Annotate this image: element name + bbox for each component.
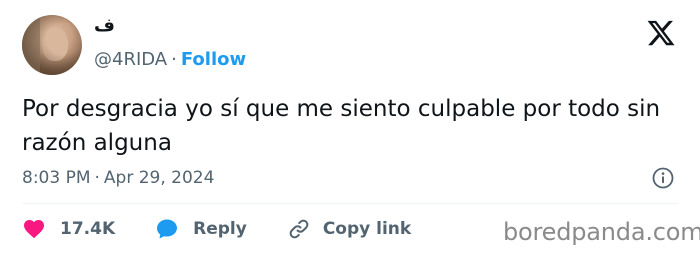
x-logo-icon[interactable] bbox=[645, 18, 677, 48]
avatar-shading bbox=[22, 15, 82, 75]
action-bar: 17.4K Reply Copy link bbox=[22, 214, 411, 244]
heart-icon bbox=[24, 220, 44, 239]
reply-button[interactable]: Reply bbox=[155, 217, 247, 241]
tweet-timestamp[interactable]: 8:03 PM · Apr 29, 2024 bbox=[22, 166, 214, 190]
handle[interactable]: @4RIDA bbox=[94, 49, 167, 70]
reply-label: Reply bbox=[193, 219, 247, 239]
link-icon bbox=[289, 219, 309, 239]
like-button[interactable]: 17.4K bbox=[22, 217, 115, 241]
info-icon[interactable] bbox=[651, 166, 675, 190]
handle-separator: · bbox=[171, 49, 177, 70]
display-name[interactable]: ف bbox=[94, 14, 115, 38]
speech-bubble-icon bbox=[157, 219, 178, 239]
like-count: 17.4K bbox=[60, 219, 116, 239]
copy-link-label: Copy link bbox=[322, 219, 412, 239]
tweet-card: ف @4RIDA · Follow Por desgracia yo sí que … bbox=[0, 0, 700, 256]
divider bbox=[22, 203, 678, 204]
timestamp-separator: · bbox=[94, 168, 100, 188]
tweet-date: Apr 29, 2024 bbox=[103, 168, 215, 188]
avatar[interactable] bbox=[22, 15, 82, 75]
handle-row: @4RIDA · Follow bbox=[94, 48, 246, 72]
tweet-text: Por desgracia yo sí que me siento culpab… bbox=[22, 96, 661, 156]
watermark: boredpanda.com bbox=[503, 218, 700, 246]
copy-link-button[interactable]: Copy link bbox=[287, 217, 411, 241]
tweet-time: 8:03 PM bbox=[22, 168, 91, 188]
follow-button[interactable]: Follow bbox=[181, 49, 246, 70]
